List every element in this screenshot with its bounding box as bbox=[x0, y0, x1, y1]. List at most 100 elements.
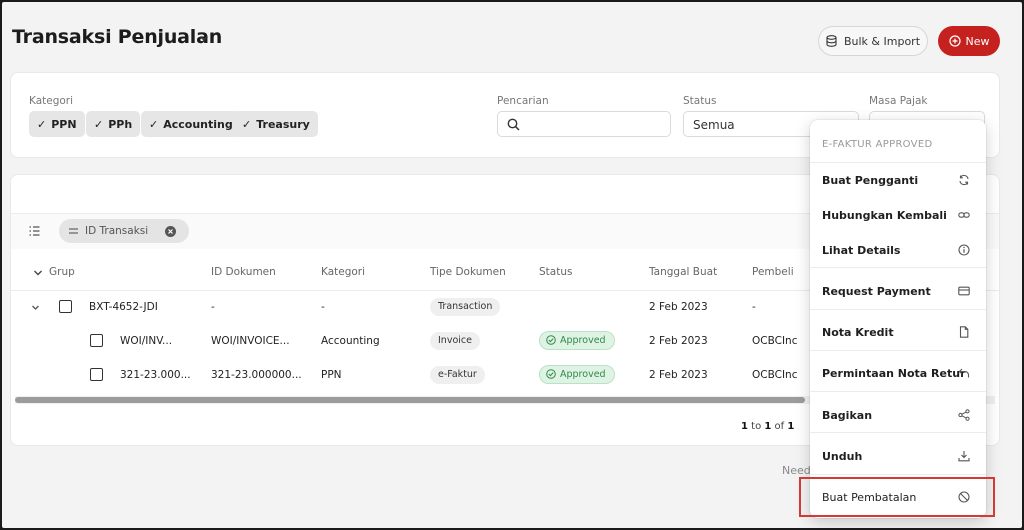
menu-item-request-payment[interactable]: Request Payment bbox=[810, 274, 986, 308]
tipe-pill: e-Faktur bbox=[430, 366, 485, 384]
cell-grup: WOI/INV... bbox=[120, 335, 173, 347]
link-icon bbox=[958, 212, 970, 218]
tipe-pill: Transaction bbox=[430, 298, 501, 316]
bulk-import-label: Bulk & Import bbox=[843, 34, 921, 48]
menu-item-label: Request Payment bbox=[822, 285, 931, 298]
pager-of-word: of bbox=[774, 421, 785, 432]
menu-divider bbox=[810, 350, 986, 351]
search-icon bbox=[507, 118, 520, 131]
cell-pembeli: OCBCInc bbox=[752, 369, 798, 381]
cell-grup: 321-23.000... bbox=[120, 369, 191, 381]
share-icon bbox=[958, 409, 970, 421]
cell-pembeli: OCBCInc bbox=[752, 335, 798, 347]
list-icon[interactable] bbox=[29, 226, 40, 236]
row-checkbox[interactable] bbox=[90, 334, 103, 347]
search-input[interactable] bbox=[497, 111, 671, 137]
cell-id-dokumen: WOI/INVOICE... bbox=[211, 335, 290, 347]
chip-label: PPN bbox=[51, 117, 77, 131]
chip-accounting[interactable]: ✓ Accounting bbox=[141, 111, 241, 137]
column-header-grup[interactable]: Grup bbox=[49, 266, 75, 278]
chevron-down-icon[interactable] bbox=[31, 303, 40, 312]
menu-item-permintaan-nota-retur[interactable]: Permintaan Nota Retur bbox=[810, 356, 986, 390]
cell-kategori: PPN bbox=[321, 369, 342, 381]
scrollbar-thumb[interactable] bbox=[15, 397, 805, 403]
refresh-icon bbox=[959, 174, 969, 186]
page-header: Transaksi Penjualan Bulk & Import New bbox=[12, 24, 1002, 58]
check-icon: ✓ bbox=[94, 117, 104, 131]
cell-pembeli: - bbox=[752, 301, 756, 313]
menu-item-label: Nota Kredit bbox=[822, 326, 894, 339]
row-action-menu: E-FAKTUR APPROVED Buat Pengganti Hubungk… bbox=[810, 120, 986, 518]
cell-grup: BXT-4652-JDI bbox=[89, 301, 158, 313]
menu-item-buat-pengganti[interactable]: Buat Pengganti bbox=[810, 163, 986, 197]
status-label: Approved bbox=[560, 335, 606, 346]
column-header-tipe-dokumen[interactable]: Tipe Dokumen bbox=[430, 266, 506, 278]
group-chip[interactable]: ID Transaksi bbox=[59, 219, 189, 243]
cell-id-dokumen: - bbox=[211, 301, 215, 313]
info-icon bbox=[958, 244, 970, 256]
status-badge: Approved bbox=[539, 331, 615, 350]
check-icon: ✓ bbox=[37, 117, 47, 131]
chevron-down-icon[interactable] bbox=[33, 268, 43, 278]
annotation-highlight-box bbox=[799, 477, 995, 517]
menu-divider bbox=[810, 391, 986, 392]
menu-item-nota-kredit[interactable]: Nota Kredit bbox=[810, 315, 986, 349]
menu-divider bbox=[810, 432, 986, 433]
status-badge: Approved bbox=[539, 365, 615, 384]
menu-item-label: Unduh bbox=[822, 450, 863, 463]
column-header-pembeli[interactable]: Pembeli bbox=[752, 266, 794, 278]
column-header-status[interactable]: Status bbox=[539, 266, 572, 278]
check-circle-icon bbox=[546, 335, 556, 345]
new-label: New bbox=[965, 34, 990, 48]
cell-tanggal: 2 Feb 2023 bbox=[649, 335, 708, 347]
close-icon[interactable] bbox=[165, 225, 177, 237]
check-icon: ✓ bbox=[149, 117, 159, 131]
row-checkbox[interactable] bbox=[59, 300, 72, 313]
chip-label: PPh bbox=[108, 117, 133, 131]
pager-to-word: to bbox=[751, 421, 762, 432]
row-checkbox[interactable] bbox=[90, 368, 103, 381]
column-header-id-dokumen[interactable]: ID Dokumen bbox=[211, 266, 276, 278]
chip-ppn[interactable]: ✓ PPN bbox=[29, 111, 85, 137]
menu-item-label: Hubungkan Kembali bbox=[822, 209, 947, 222]
document-icon bbox=[959, 326, 969, 338]
check-icon: ✓ bbox=[242, 117, 252, 131]
pager-to: 1 bbox=[764, 421, 772, 432]
cell-tanggal: 2 Feb 2023 bbox=[649, 369, 708, 381]
chip-pph[interactable]: ✓ PPh bbox=[86, 111, 141, 137]
footer-hint: Need bbox=[782, 464, 811, 477]
pager-total: 1 bbox=[787, 421, 795, 432]
menu-item-hubungkan-kembali[interactable]: Hubungkan Kembali bbox=[810, 198, 986, 232]
cell-kategori: Accounting bbox=[321, 335, 380, 347]
menu-item-unduh[interactable]: Unduh bbox=[810, 439, 986, 473]
card-icon bbox=[958, 286, 970, 296]
menu-divider bbox=[810, 474, 986, 475]
download-icon bbox=[958, 451, 970, 462]
new-button[interactable]: New bbox=[938, 26, 1000, 56]
masa-pajak-label: Masa Pajak bbox=[869, 95, 928, 107]
cell-tanggal: 2 Feb 2023 bbox=[649, 301, 708, 313]
chevron-down-icon[interactable] bbox=[198, 32, 210, 44]
menu-section-title: E-FAKTUR APPROVED bbox=[822, 139, 933, 150]
column-header-kategori[interactable]: Kategori bbox=[321, 266, 365, 278]
menu-item-label: Permintaan Nota Retur bbox=[822, 367, 966, 380]
menu-item-lihat-details[interactable]: Lihat Details bbox=[810, 233, 986, 267]
app-window: Transaksi Penjualan Bulk & Import New Ka… bbox=[2, 2, 1022, 528]
pager-from: 1 bbox=[741, 421, 748, 432]
kategori-label: Kategori bbox=[29, 95, 74, 107]
menu-item-label: Lihat Details bbox=[822, 244, 901, 257]
menu-item-label: Bagikan bbox=[822, 409, 873, 422]
tipe-pill: Invoice bbox=[430, 332, 480, 350]
column-header-tanggal-buat[interactable]: Tanggal Buat bbox=[649, 266, 717, 278]
group-chip-label: ID Transaksi bbox=[85, 225, 149, 237]
chip-treasury[interactable]: ✓ Treasury bbox=[234, 111, 318, 137]
page-title: Transaksi Penjualan bbox=[12, 26, 223, 48]
menu-item-bagikan[interactable]: Bagikan bbox=[810, 398, 986, 432]
bulk-import-button[interactable]: Bulk & Import bbox=[818, 26, 928, 56]
check-circle-icon bbox=[546, 369, 556, 379]
menu-divider bbox=[810, 267, 986, 268]
chip-label: Accounting bbox=[163, 117, 233, 131]
database-icon bbox=[826, 35, 837, 47]
plus-circle-icon bbox=[948, 35, 961, 47]
cell-kategori: - bbox=[321, 301, 325, 313]
